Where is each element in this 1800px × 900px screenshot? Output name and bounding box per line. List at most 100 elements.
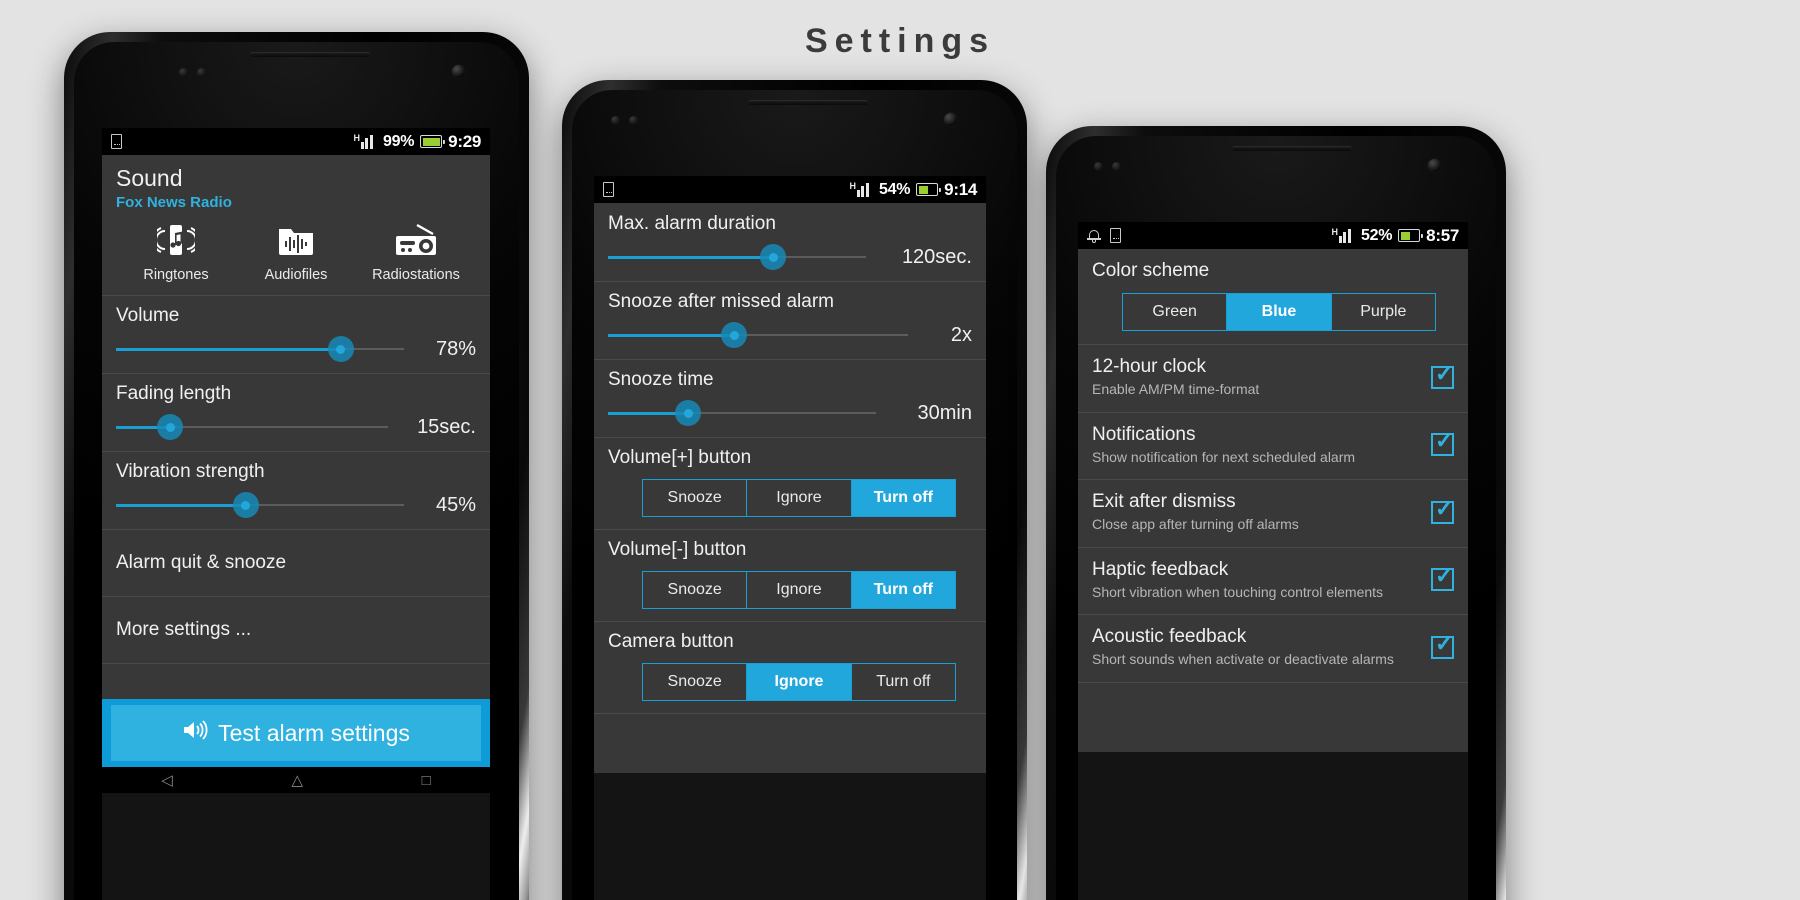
toggle-exit-after-dismiss-checkbox[interactable]	[1431, 498, 1454, 524]
camera-option-turn-off[interactable]: Turn off	[850, 664, 955, 700]
link-alarm-quit-snooze[interactable]: Alarm quit & snooze	[102, 529, 490, 596]
battery-half-icon	[916, 183, 942, 196]
nav-home-icon[interactable]: △	[291, 771, 303, 789]
fading-length-slider[interactable]	[116, 414, 388, 440]
setting-volume-up-button[interactable]: Volume[+] button Snooze Ignore Turn off	[594, 437, 986, 529]
ringtone-phone-icon	[152, 223, 200, 261]
test-alarm-settings-button[interactable]: Test alarm settings	[111, 705, 481, 761]
max-alarm-duration-value: 120sec.	[901, 245, 972, 268]
phone-1-app: Sound Fox News Radio Ringtones Audiofile…	[102, 155, 490, 900]
nav-back-icon[interactable]: ◁	[161, 771, 173, 789]
toggle-12-hour-clock-desc: Enable AM/PM time-format	[1092, 381, 1260, 397]
setting-vibration-strength[interactable]: Vibration strength 45%	[102, 451, 490, 529]
clock-label: 9:29	[448, 131, 481, 151]
setting-snooze-time[interactable]: Snooze time 30min	[594, 359, 986, 437]
setting-max-alarm-duration-label: Max. alarm duration	[608, 213, 776, 234]
setting-vibration-strength-label: Vibration strength	[116, 461, 265, 482]
earpiece-speaker	[250, 52, 370, 57]
signal-bars-icon: H	[1332, 227, 1356, 243]
phone-1-statusbar: H 99% 9:29	[102, 128, 490, 155]
snooze-time-slider[interactable]	[608, 400, 876, 426]
toggle-12-hour-clock-title: 12-hour clock	[1092, 356, 1207, 377]
clock-label: 8:57	[1426, 225, 1459, 245]
volume-up-option-snooze[interactable]: Snooze	[643, 480, 746, 516]
earpiece-speaker	[1232, 146, 1352, 151]
snooze-time-value: 30min	[917, 401, 972, 424]
proximity-sensor-icon	[179, 68, 188, 77]
tab-ringtones[interactable]: Ringtones	[116, 223, 236, 283]
vibration-strength-slider[interactable]	[116, 492, 404, 518]
bell-icon	[1087, 228, 1101, 243]
color-scheme-option-blue[interactable]: Blue	[1226, 294, 1331, 330]
audio-folder-icon	[277, 223, 315, 261]
tab-radiostations[interactable]: Radiostations	[356, 223, 476, 283]
camera-option-ignore[interactable]: Ignore	[746, 664, 851, 700]
volume-value: 78%	[435, 337, 476, 360]
camera-option-snooze[interactable]: Snooze	[643, 664, 746, 700]
volume-down-option-ignore[interactable]: Ignore	[746, 572, 850, 608]
toggle-notifications-desc: Show notification for next scheduled ala…	[1092, 448, 1356, 465]
phone-1-navbar: ◁ △ □	[102, 767, 490, 793]
phone-3-app: Color scheme Green Blue Purple 12-hour c…	[1078, 249, 1468, 900]
light-sensor-icon	[1112, 162, 1121, 171]
setting-fading-length-label: Fading length	[116, 383, 232, 404]
source-tabs: Ringtones Audiofiles Radiostations	[116, 223, 476, 283]
toggle-exit-after-dismiss[interactable]: Exit after dismiss Close app after turni…	[1078, 479, 1468, 547]
test-alarm-cta-wrap: Test alarm settings	[102, 699, 490, 767]
tab-audiofiles-label: Audiofiles	[264, 267, 328, 283]
volume-down-option-turn-off[interactable]: Turn off	[850, 572, 955, 608]
volume-up-button-options: Snooze Ignore Turn off	[642, 479, 956, 517]
toggle-notifications-checkbox[interactable]	[1431, 430, 1454, 457]
battery-percent-label: 99%	[383, 132, 415, 150]
toggle-haptic-feedback-desc: Short vibration when touching control el…	[1092, 583, 1384, 600]
color-scheme-option-green[interactable]: Green	[1123, 294, 1226, 330]
setting-volume[interactable]: Volume 78%	[102, 295, 490, 373]
tab-audiofiles[interactable]: Audiofiles	[236, 223, 356, 283]
battery-full-icon	[420, 135, 446, 148]
phone-2-statusbar: H 54% 9:14	[594, 176, 986, 203]
setting-snooze-time-label: Snooze time	[608, 369, 714, 390]
color-scheme-option-purple[interactable]: Purple	[1330, 294, 1435, 330]
volume-up-option-turn-off[interactable]: Turn off	[850, 480, 955, 516]
phone-3-screen: H 52% 8:57 Color scheme Green Blue Purpl…	[1078, 222, 1468, 900]
sim-card-icon	[603, 182, 614, 197]
link-alarm-quit-snooze-label: Alarm quit & snooze	[116, 552, 287, 573]
front-camera-icon	[1428, 159, 1441, 172]
toggle-haptic-feedback-checkbox[interactable]	[1431, 565, 1454, 592]
toggle-12-hour-clock-checkbox[interactable]	[1431, 363, 1454, 389]
phone-2-screen: H 54% 9:14 Max. alarm duration 120sec. S…	[594, 176, 986, 900]
battery-half-icon	[1398, 229, 1424, 242]
speaker-icon	[182, 719, 208, 747]
toggle-haptic-feedback[interactable]: Haptic feedback Short vibration when tou…	[1078, 546, 1468, 615]
setting-max-alarm-duration[interactable]: Max. alarm duration 120sec.	[594, 203, 986, 281]
link-more-settings[interactable]: More settings ...	[102, 596, 490, 663]
sound-section[interactable]: Sound Fox News Radio Ringtones Audiofile…	[102, 155, 490, 295]
setting-color-scheme-label: Color scheme	[1092, 260, 1210, 281]
nav-recents-icon[interactable]: □	[422, 772, 431, 789]
setting-volume-label: Volume	[116, 305, 180, 326]
toggle-12-hour-clock[interactable]: 12-hour clock Enable AM/PM time-format	[1078, 344, 1468, 412]
setting-color-scheme[interactable]: Color scheme Green Blue Purple	[1078, 249, 1468, 344]
volume-down-option-snooze[interactable]: Snooze	[643, 572, 746, 608]
volume-down-button-options: Snooze Ignore Turn off	[642, 571, 956, 609]
snooze-after-missed-alarm-slider[interactable]	[608, 322, 908, 348]
sound-title: Sound	[116, 165, 183, 191]
earpiece-speaker	[748, 100, 868, 105]
setting-camera-button[interactable]: Camera button Snooze Ignore Turn off	[594, 621, 986, 713]
toggle-acoustic-feedback-checkbox[interactable]	[1431, 633, 1454, 659]
phone-2: H 54% 9:14 Max. alarm duration 120sec. S…	[562, 80, 1027, 900]
volume-slider[interactable]	[116, 336, 404, 362]
sim-card-icon	[1110, 228, 1121, 243]
sound-value: Fox News Radio	[116, 194, 232, 211]
setting-volume-down-button[interactable]: Volume[-] button Snooze Ignore Turn off	[594, 529, 986, 621]
max-alarm-duration-slider[interactable]	[608, 244, 866, 270]
setting-camera-button-label: Camera button	[608, 631, 734, 652]
sound-panel: Sound Fox News Radio Ringtones Audiofile…	[102, 155, 490, 699]
toggle-acoustic-feedback[interactable]: Acoustic feedback Short sounds when acti…	[1078, 614, 1468, 682]
phone-1-screen: H 99% 9:29 Sound Fox News Radio Ringtone…	[102, 128, 490, 900]
test-alarm-settings-label: Test alarm settings	[218, 719, 410, 746]
setting-snooze-after-missed-alarm[interactable]: Snooze after missed alarm 2x	[594, 281, 986, 359]
setting-fading-length[interactable]: Fading length 15sec.	[102, 373, 490, 451]
volume-up-option-ignore[interactable]: Ignore	[746, 480, 850, 516]
toggle-notifications[interactable]: Notifications Show notification for next…	[1078, 411, 1468, 480]
